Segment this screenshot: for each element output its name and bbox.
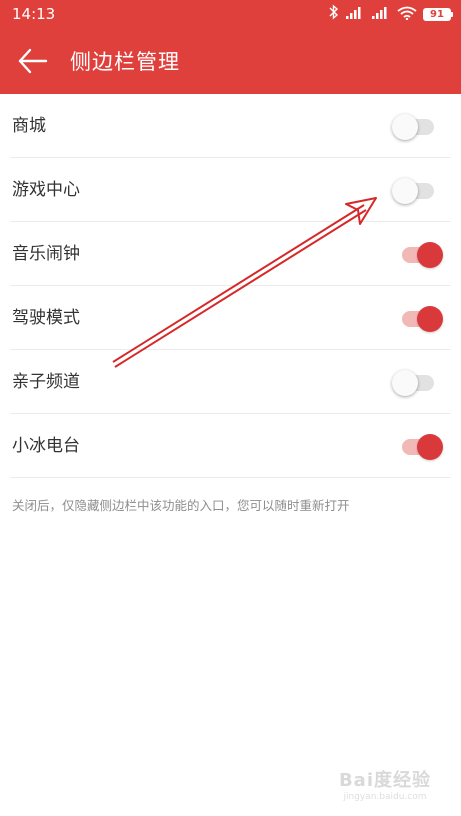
toggle-switch[interactable] xyxy=(392,178,444,204)
toggle-switch[interactable] xyxy=(392,114,444,140)
status-icons: 91 xyxy=(329,4,453,24)
status-time: 14:13 xyxy=(12,5,56,23)
status-bar: 14:13 91 xyxy=(0,0,461,28)
back-button[interactable] xyxy=(16,44,52,80)
footer-note: 关闭后，仅隐藏侧边栏中该功能的入口，您可以随时重新打开 xyxy=(12,498,350,513)
signal-icon xyxy=(371,5,391,24)
battery-icon: 91 xyxy=(423,7,453,21)
setting-label: 商城 xyxy=(12,116,46,136)
setting-row-mall[interactable]: 商城 xyxy=(0,94,461,158)
setting-row-xiaoice-radio[interactable]: 小冰电台 xyxy=(0,414,461,478)
setting-row-kids-channel[interactable]: 亲子频道 xyxy=(0,350,461,414)
bluetooth-icon xyxy=(329,4,339,24)
toggle-switch[interactable] xyxy=(392,306,444,332)
settings-list: 商城 游戏中心 音乐闹钟 驾驶模式 亲子频道 小冰电台 xyxy=(0,94,461,478)
setting-row-driving-mode[interactable]: 驾驶模式 xyxy=(0,286,461,350)
battery-level: 91 xyxy=(423,7,451,21)
toggle-switch[interactable] xyxy=(392,370,444,396)
page-title: 侧边栏管理 xyxy=(70,50,180,74)
setting-row-game-center[interactable]: 游戏中心 xyxy=(0,158,461,222)
toggle-switch[interactable] xyxy=(392,242,444,268)
setting-label: 亲子频道 xyxy=(12,372,80,392)
setting-label: 驾驶模式 xyxy=(12,308,80,328)
app-header: 侧边栏管理 xyxy=(0,28,461,94)
toggle-switch[interactable] xyxy=(392,434,444,460)
setting-label: 游戏中心 xyxy=(12,180,80,200)
wifi-icon xyxy=(397,5,417,24)
setting-label: 音乐闹钟 xyxy=(12,244,80,264)
arrow-left-icon xyxy=(16,48,52,84)
watermark-logo: Bai度经验 jingyan.baidu.com xyxy=(339,766,431,802)
signal-icon xyxy=(345,5,365,24)
watermark-subtext: jingyan.baidu.com xyxy=(343,792,427,802)
setting-row-music-alarm[interactable]: 音乐闹钟 xyxy=(0,222,461,286)
watermark-text: Bai度经验 xyxy=(338,770,431,791)
setting-label: 小冰电台 xyxy=(12,436,80,456)
